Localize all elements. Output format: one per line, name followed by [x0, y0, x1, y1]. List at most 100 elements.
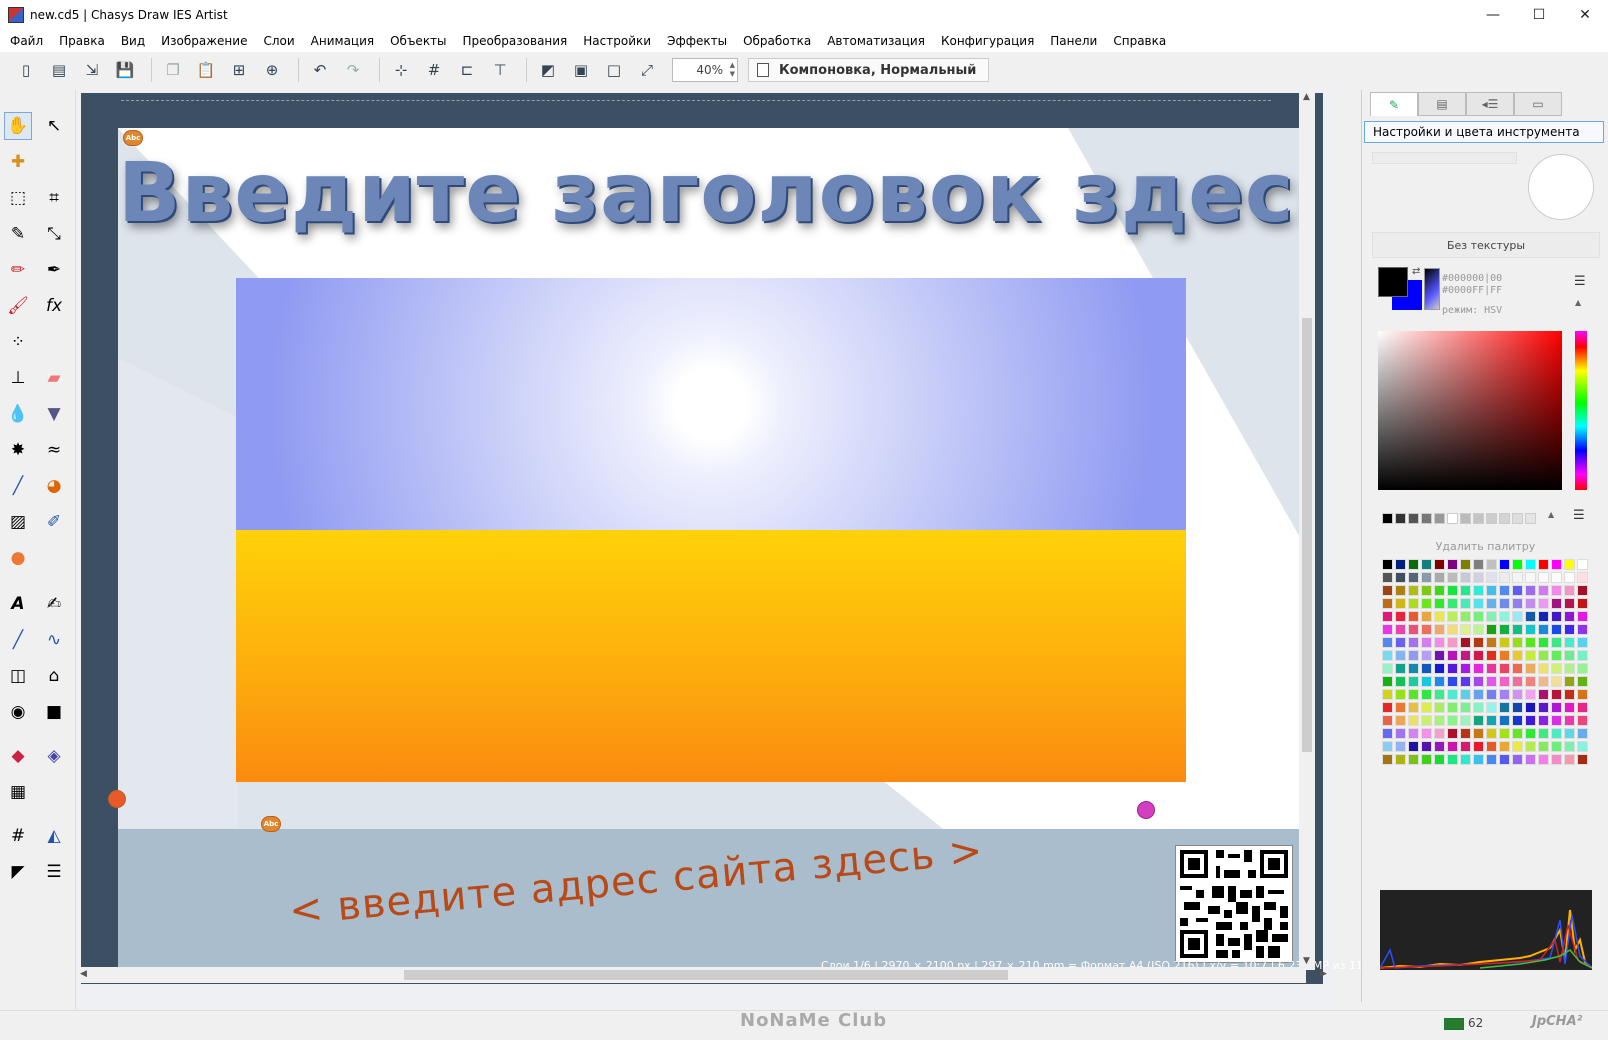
scroll-left-icon[interactable]: ◀: [80, 969, 87, 979]
primary-hex[interactable]: #000000|00: [1442, 273, 1502, 285]
url-object-badge-icon[interactable]: Abc: [261, 816, 281, 832]
compose-mode-button[interactable]: Компоновка, Нормальный: [748, 58, 990, 82]
perspective-icon[interactable]: ◭: [40, 822, 68, 850]
scroll-up-icon[interactable]: ▲: [1303, 92, 1310, 102]
circle-object-icon[interactable]: ◉: [4, 698, 32, 726]
document-page[interactable]: Введите заголовок здесь < введите адрес …: [118, 128, 1306, 969]
image-edit-icon[interactable]: ▨: [4, 508, 32, 536]
vertical-scrollbar[interactable]: ▲ ▼: [1299, 90, 1315, 970]
undo-icon[interactable]: ↶: [306, 56, 334, 84]
crop-canvas-icon[interactable]: ⊹: [387, 56, 415, 84]
fullscreen-icon[interactable]: ⤢: [633, 56, 661, 84]
menu-layers[interactable]: Слои: [255, 34, 302, 48]
no-texture-button[interactable]: Без текстуры: [1372, 232, 1600, 258]
add-layer-icon[interactable]: ⊕: [258, 56, 286, 84]
fit-image-icon[interactable]: ▣: [567, 56, 595, 84]
calligraphy-icon[interactable]: ✐: [40, 508, 68, 536]
color-palette-icon[interactable]: ▦: [4, 778, 32, 806]
gradient-fill-icon[interactable]: ◈: [40, 742, 68, 770]
scroll-right-icon[interactable]: ▶: [1320, 969, 1327, 979]
close-button[interactable]: ✕: [1562, 0, 1608, 30]
fx-brush-icon[interactable]: fx: [40, 292, 68, 320]
signature-icon[interactable]: ✍: [40, 590, 68, 618]
eraser-icon[interactable]: ◤: [4, 858, 32, 886]
polygon-tool-icon[interactable]: ⌂: [40, 662, 68, 690]
color-mode[interactable]: режим: HSV: [1442, 305, 1502, 317]
brush-icon[interactable]: 🖌: [4, 292, 32, 320]
delete-palette-button[interactable]: Удалить палитру: [1362, 540, 1608, 553]
hand-tool-icon[interactable]: ✋: [4, 112, 32, 140]
tab-layers-icon[interactable]: ▤: [1418, 92, 1466, 116]
menu-transform[interactable]: Преобразования: [455, 34, 576, 48]
zoom-spinner-icon[interactable]: ▲ ▼: [730, 61, 735, 79]
frame-icon[interactable]: □: [600, 56, 628, 84]
texture-preview[interactable]: [1372, 152, 1517, 164]
menu-edit[interactable]: Правка: [51, 34, 113, 48]
zoom-input[interactable]: 40% ▲ ▼: [672, 58, 738, 82]
menu-panels[interactable]: Панели: [1042, 34, 1105, 48]
landscape-image[interactable]: [236, 278, 1186, 782]
scroll-down-icon[interactable]: ▼: [1303, 956, 1310, 966]
grid-icon[interactable]: #: [420, 56, 448, 84]
redo-icon[interactable]: ↷: [339, 56, 367, 84]
pan-tool-icon[interactable]: ✚: [4, 148, 32, 176]
qr-code-image[interactable]: [1175, 845, 1293, 963]
wave-icon[interactable]: ≈: [40, 436, 68, 464]
document-title-text[interactable]: Введите заголовок здесь: [118, 146, 1306, 241]
copy-icon[interactable]: ❐: [159, 56, 187, 84]
primary-color-swatch[interactable]: [1378, 267, 1408, 297]
pencil-icon[interactable]: ✏: [4, 256, 32, 284]
menu-settings[interactable]: Настройки: [575, 34, 659, 48]
maximize-button[interactable]: ☐: [1516, 0, 1562, 30]
line-tool-icon[interactable]: ╱: [4, 626, 32, 654]
color-brush-icon[interactable]: ◕: [40, 472, 68, 500]
select-layer-icon[interactable]: ◩: [534, 56, 562, 84]
hue-slider[interactable]: [1575, 331, 1587, 490]
smudge-icon[interactable]: ▼: [40, 400, 68, 428]
image-object-badge-icon[interactable]: [108, 790, 126, 808]
heal-icon[interactable]: ▰: [40, 364, 68, 392]
horizontal-scrollbar[interactable]: ◀ ▶: [76, 967, 1327, 983]
horizontal-scroll-thumb[interactable]: [404, 970, 1008, 980]
sphere-icon[interactable]: ●: [4, 544, 32, 572]
transform-tool-icon[interactable]: ⤡: [40, 220, 68, 248]
text-tool-icon[interactable]: A: [4, 590, 32, 618]
collapse-up-icon[interactable]: ▲: [1575, 298, 1581, 307]
alpha-preview[interactable]: [1424, 268, 1440, 310]
align-icon[interactable]: ⊏: [453, 56, 481, 84]
eyedropper-icon[interactable]: ✎: [4, 220, 32, 248]
blur-icon[interactable]: 💧: [4, 400, 32, 428]
menu-processing[interactable]: Обработка: [735, 34, 819, 48]
text-object-badge-icon[interactable]: Abc: [123, 130, 143, 146]
color-menu-icon[interactable]: ☰: [1574, 274, 1586, 289]
tab-tool-settings-icon[interactable]: ✎: [1370, 92, 1418, 116]
box-object-icon[interactable]: ■: [40, 698, 68, 726]
menu-animation[interactable]: Анимация: [303, 34, 382, 48]
minimize-button[interactable]: —: [1470, 0, 1516, 30]
crop-tool-icon[interactable]: ⌗: [40, 184, 68, 212]
clone-tool-icon[interactable]: ⁘: [4, 328, 32, 356]
save-icon[interactable]: 💾: [111, 56, 139, 84]
menu-objects[interactable]: Объекты: [382, 34, 454, 48]
color-palette-grid[interactable]: [1382, 559, 1588, 765]
import-icon[interactable]: ⇲: [78, 56, 106, 84]
stamp-icon[interactable]: ⊥: [4, 364, 32, 392]
qr-object-badge-icon[interactable]: [1137, 801, 1155, 819]
paste-icon[interactable]: 📋: [192, 56, 220, 84]
marker-icon[interactable]: ╱: [4, 472, 32, 500]
fill-bucket-icon[interactable]: ◆: [4, 742, 32, 770]
menu-configuration[interactable]: Конфигурация: [933, 34, 1042, 48]
tab-folder-icon[interactable]: ▭: [1514, 92, 1562, 116]
move-tool-icon[interactable]: ↖: [40, 112, 68, 140]
pen-icon[interactable]: ✒: [40, 256, 68, 284]
palette-collapse-icon[interactable]: ▲: [1548, 510, 1554, 519]
curve-tool-icon[interactable]: ∿: [40, 626, 68, 654]
menu-help[interactable]: Справка: [1105, 34, 1174, 48]
open-icon[interactable]: ▤: [45, 56, 73, 84]
saturation-value-picker[interactable]: [1378, 331, 1562, 490]
secondary-hex[interactable]: #0000FF|FF: [1442, 285, 1502, 297]
new-file-icon[interactable]: ▯: [12, 56, 40, 84]
menu-image[interactable]: Изображение: [153, 34, 255, 48]
grid-tool-icon[interactable]: #: [4, 822, 32, 850]
adjust-sliders-icon[interactable]: ☰: [40, 858, 68, 886]
